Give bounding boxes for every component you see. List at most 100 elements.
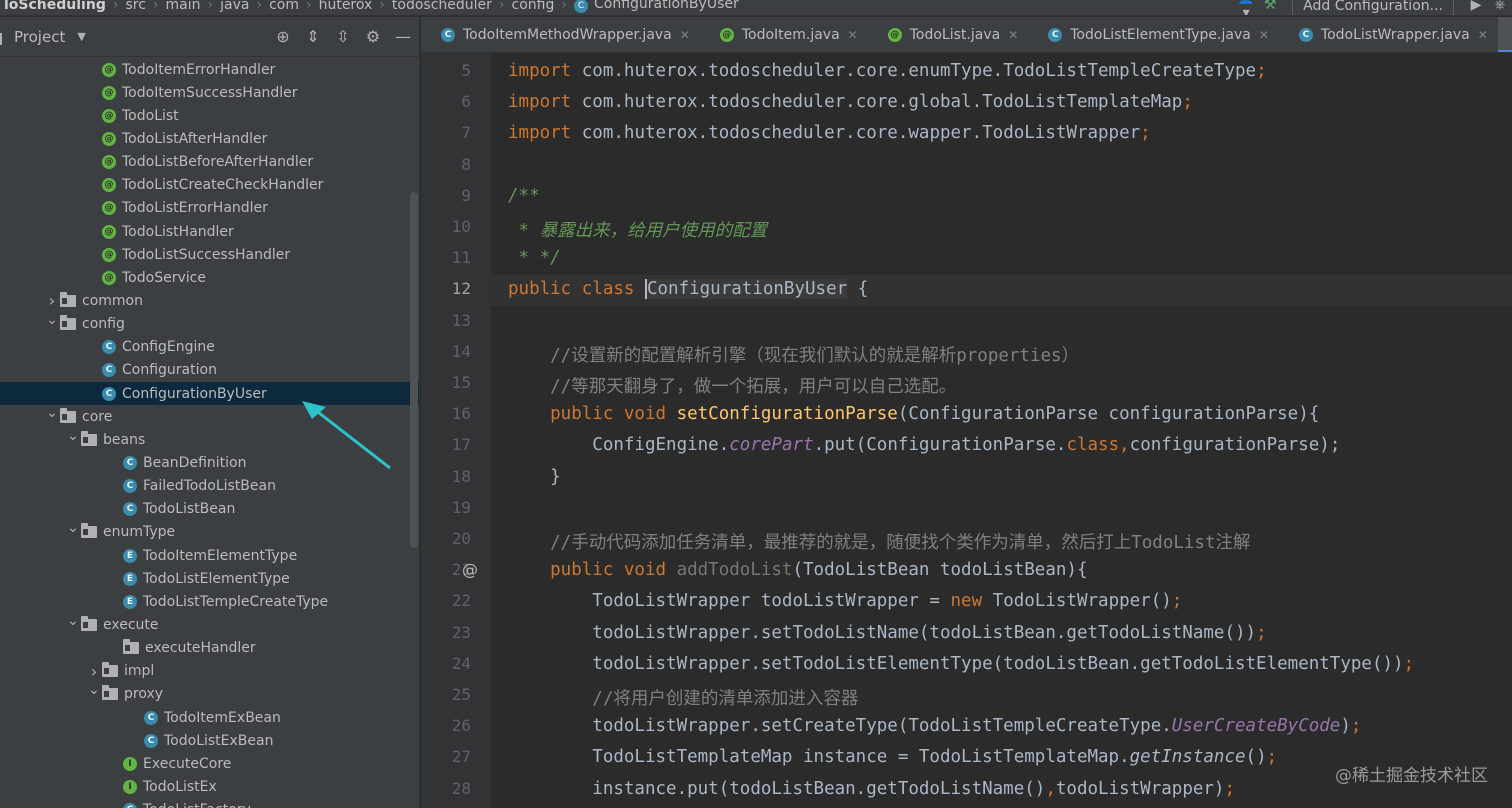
tree-item-label: TodoListTempleCreateType [143,593,329,610]
tree-file[interactable]: @ TodoListBeforeAfterHandler [0,151,419,174]
project-panel-header: Project ▼ ⊕ ⇕ ⇳ ⚙ — [0,17,419,57]
breadcrumb-item[interactable]: huterox [315,0,377,13]
breadcrumb-item[interactable]: main [162,0,205,13]
chevron-down-icon[interactable]: ⌄ [44,312,60,328]
close-icon[interactable]: ✕ [848,28,858,42]
tree-file[interactable]: @ TodoItemSuccessHandler [0,81,419,104]
debug-icon[interactable]: ⎈ [1488,0,1512,13]
line-number: 20 [451,529,471,548]
user-icon[interactable]: 👤▾ [1234,0,1258,15]
minimize-icon[interactable]: — [393,27,413,46]
tree-file[interactable]: @ TodoListSuccessHandler [0,243,419,266]
tree-file[interactable]: E TodoItemElementType [0,544,419,567]
chevron-down-icon[interactable]: ⌄ [65,520,81,536]
code-token: , [1045,778,1056,799]
line-number: 24 [451,653,471,673]
close-icon[interactable]: ✕ [680,28,690,42]
project-panel-title[interactable]: Project [14,28,65,46]
editor-tab[interactable]: C TodoItemMethodWrapper.java ✕ [421,17,700,52]
breadcrumb-item[interactable]: C ConfigurationByUser [570,0,743,13]
tree-file[interactable]: C TodoListBean [0,498,419,521]
folder-icon [81,615,97,631]
breadcrumb-item[interactable]: loScheduling [0,0,110,13]
breadcrumb-separator: › [152,0,159,13]
breadcrumb-item[interactable]: java [216,0,253,13]
chevron-right-icon[interactable]: › [44,291,60,310]
code-token: addTodoList [676,560,793,581]
tree-file[interactable]: C Configuration [0,359,419,382]
tree-folder[interactable]: ⌄ config [0,312,419,336]
tree-item-label: TodoItemErrorHandler [122,61,276,78]
add-configuration-button[interactable]: Add Configuration... [1292,0,1454,15]
class-icon: C [1048,28,1063,42]
close-icon[interactable]: ✕ [1478,28,1488,42]
tree-item-label: executeHandler [145,640,256,657]
editor-tab[interactable]: CConfi [1497,17,1512,52]
tree-file[interactable]: I TodoListEx [0,775,419,798]
breadcrumb-separator: › [305,0,312,13]
build-hammer-icon[interactable]: ⚒ [1258,0,1282,13]
editor-tab[interactable]: @ TodoList.java ✕ [868,17,1029,52]
gear-icon[interactable]: ⚙ [363,27,383,46]
tree-folder[interactable]: › common [0,289,419,312]
run-icon[interactable]: ▶ [1464,0,1488,13]
tree-item-label: TodoListErrorHandler [122,200,268,217]
tree-folder[interactable]: › impl [0,660,419,683]
tree-file[interactable]: @ TodoList [0,104,419,127]
code-token: (TodoListBean todoListBean){ [792,560,1088,581]
code-line: TodoListWrapper todoListWrapper = new To… [508,591,1182,611]
tree-file[interactable]: @ TodoService [0,266,419,289]
chevron-down-icon[interactable]: ⌄ [86,682,102,698]
project-scrollbar[interactable] [410,192,418,548]
tree-file[interactable]: @ TodoListErrorHandler [0,197,419,220]
collapse-all-icon[interactable]: ⇳ [333,27,353,46]
tree-file[interactable]: @ TodoListAfterHandler [0,127,419,150]
annotation-gutter-icon[interactable]: @ [462,560,478,579]
annotation-icon: @ [102,85,116,100]
code-token: ; [1182,92,1193,113]
code-line: * */ [508,248,561,268]
close-icon[interactable]: ✕ [1008,28,1018,42]
breadcrumb-item[interactable]: todoscheduler [388,0,496,13]
tree-folder[interactable]: ⌄ execute [0,613,419,636]
tree-file[interactable]: @ TodoItemErrorHandler [0,58,419,81]
tree-item-label: TodoService [122,269,206,286]
tree-file[interactable]: I ExecuteCore [0,752,419,775]
tree-file[interactable]: C TodoItemExBean [0,706,419,729]
tree-file[interactable]: C ConfigEngine [0,336,419,359]
chevron-down-icon[interactable]: ⌄ [65,428,81,444]
breadcrumb-item[interactable]: src [121,0,149,13]
enum-icon: E [123,548,137,563]
tree-file[interactable]: C TodoListFactory [0,799,419,808]
locate-icon[interactable]: ⊕ [273,27,293,46]
chevron-down-icon[interactable]: ▼ [77,30,85,43]
tree-file[interactable]: C TodoListExBean [0,729,419,752]
breadcrumb-item[interactable]: com [265,0,303,13]
editor-tab[interactable]: C TodoListElementType.java ✕ [1028,17,1279,52]
tree-file[interactable]: E TodoListTempleCreateType [0,590,419,613]
code-line: //设置新的配置解析引擎（现在我们默认的就是解析properties） [508,342,1079,367]
tree-item-label: core [82,408,113,425]
tree-folder[interactable]: ⌄ enumType [0,520,419,544]
expand-all-icon[interactable]: ⇕ [303,27,323,46]
navigation-bar: loScheduling › src › main › java › com › huterox › t… [0,0,1512,16]
tree-folder[interactable]: ⌄ proxy [0,682,419,706]
code-token: new [950,591,993,612]
tree-folder[interactable]: executeHandler [0,637,419,660]
tree-file[interactable]: @ TodoListHandler [0,220,419,243]
code-line: * 暴露出来，给用户使用的配置 [508,217,768,242]
editor-tab[interactable]: @ TodoItem.java ✕ [700,17,868,52]
tree-file[interactable]: E TodoListElementType [0,567,419,590]
code-editor[interactable]: import com.huterox.todoscheduler.core.en… [491,53,1512,808]
close-icon[interactable]: ✕ [1259,28,1269,42]
interface-icon: I [123,756,137,771]
chevron-down-icon[interactable]: ⌄ [44,405,60,421]
chevron-right-icon[interactable]: › [86,662,102,681]
breadcrumb-label: ConfigurationByUser [593,0,739,12]
editor-tab[interactable]: C TodoListWrapper.java ✕ [1279,17,1498,52]
breadcrumb-item[interactable]: config [508,0,559,13]
tree-file[interactable]: C FailedTodoListBean [0,475,419,498]
chevron-down-icon[interactable]: ⌄ [65,613,81,629]
code-line: import com.huterox.todoscheduler.core.wa… [508,123,1151,143]
tree-file[interactable]: @ TodoListCreateCheckHandler [0,174,419,197]
